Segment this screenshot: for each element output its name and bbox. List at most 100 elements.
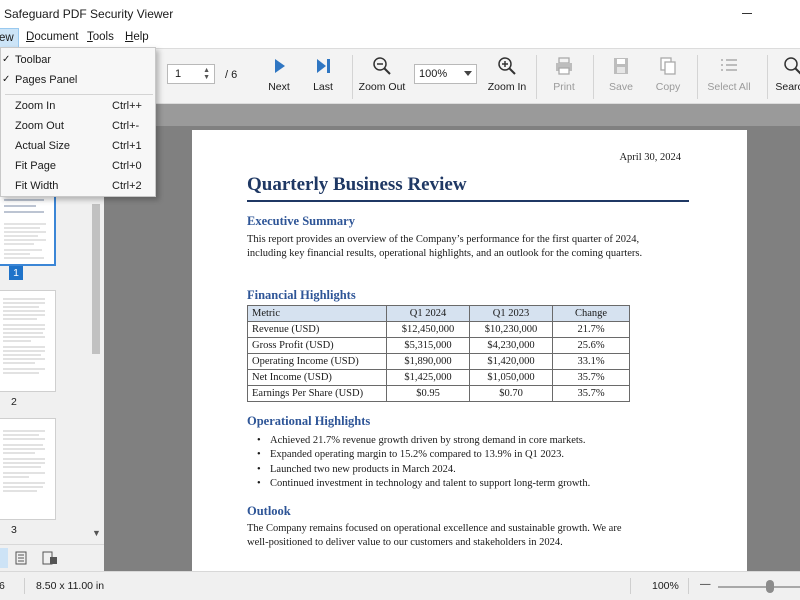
window-title: d Safeguard PDF Security Viewer — [0, 7, 174, 21]
panel-tabs — [0, 544, 104, 571]
zoom-out-button[interactable]: Zoom Out — [354, 55, 410, 93]
table-cell: Earnings Per Share (USD) — [247, 385, 387, 402]
page-number-input[interactable]: 1 ▲ ▼ — [167, 64, 215, 84]
page-thumbnail-3[interactable] — [0, 418, 56, 520]
document-viewer[interactable]: April 30, 2024 Quarterly Business Review… — [104, 104, 800, 571]
menu-tools[interactable]: Tools — [87, 31, 114, 43]
zoom-slider-handle[interactable] — [766, 580, 774, 593]
viewer-header-strip — [104, 104, 800, 126]
list-item: Continued investment in technology and t… — [247, 477, 590, 492]
minimize-icon[interactable] — [742, 13, 752, 14]
outlook-heading: Outlook — [247, 504, 291, 518]
last-icon — [317, 59, 330, 73]
table-header: Q1 2024 — [386, 305, 470, 322]
menu-separator — [5, 94, 153, 95]
table-cell: Gross Profit (USD) — [247, 337, 387, 354]
chevron-down-icon[interactable]: ▼ — [92, 528, 101, 538]
status-divider — [688, 578, 689, 594]
last-button[interactable]: Last — [295, 55, 351, 93]
pdf-page: April 30, 2024 Quarterly Business Review… — [192, 130, 747, 571]
bookmarks-icon[interactable] — [14, 551, 28, 565]
table-cell: Net Income (USD) — [247, 369, 387, 386]
thumbnail-content — [4, 199, 46, 259]
zoom-minus-button[interactable]: — — [700, 578, 711, 590]
menu-item-zoom-in[interactable]: Zoom In Ctrl++ — [1, 97, 155, 117]
toolbar-separator — [697, 55, 698, 99]
table-cell: 35.7% — [552, 385, 630, 402]
copy-button[interactable]: Copy — [640, 55, 696, 93]
printer-icon — [556, 57, 572, 75]
table-cell: $0.95 — [386, 385, 470, 402]
panel-tab-pages[interactable] — [0, 548, 8, 568]
chevron-down-icon — [464, 71, 472, 76]
menu-bar: ew Document Tools Help — [0, 28, 800, 48]
table-cell: Revenue (USD) — [247, 321, 387, 338]
title-rule — [247, 200, 689, 202]
status-divider — [24, 578, 25, 594]
menu-item-fit-width[interactable]: Fit Width Ctrl+2 — [1, 177, 155, 197]
thumbnail-content — [3, 430, 45, 492]
list-item: Expanded operating margin to 15.2% compa… — [247, 448, 590, 463]
title-bar: d Safeguard PDF Security Viewer — [0, 0, 800, 28]
menu-item-toolbar[interactable]: ✓ Toolbar — [1, 51, 155, 71]
toolbar-separator — [352, 55, 353, 99]
status-bar: 6 8.50 x 11.00 in 100% — — [0, 571, 800, 600]
page-spinner-icon[interactable]: ▲ ▼ — [203, 67, 210, 81]
table-cell: $12,450,000 — [386, 321, 470, 338]
status-divider — [630, 578, 631, 594]
menu-item-actual-size[interactable]: Actual Size Ctrl+1 — [1, 137, 155, 157]
select-all-icon — [721, 59, 737, 71]
table-cell: $1,890,000 — [386, 353, 470, 370]
thumbnail-label-1: 1 — [9, 266, 23, 280]
print-button[interactable]: Print — [536, 55, 592, 93]
table-cell: $1,425,000 — [386, 369, 470, 386]
table-cell: $10,230,000 — [469, 321, 553, 338]
attachments-icon[interactable] — [42, 551, 58, 565]
table-cell: 35.7% — [552, 369, 630, 386]
menu-document[interactable]: Document — [26, 31, 78, 43]
table-cell: 25.6% — [552, 337, 630, 354]
table-header-row: Metric Q1 2024 Q1 2023 Change — [247, 305, 630, 322]
table-row: Earnings Per Share (USD) $0.95 $0.70 35.… — [247, 385, 630, 402]
zoom-in-button[interactable]: Zoom In — [479, 55, 535, 93]
financial-table: Metric Q1 2024 Q1 2023 Change Revenue (U… — [247, 305, 630, 402]
menu-item-pages-panel[interactable]: ✓ Pages Panel — [1, 71, 155, 91]
operational-highlights-heading: Operational Highlights — [247, 414, 371, 428]
menu-view[interactable]: ew — [0, 28, 19, 48]
page-thumbnail-1[interactable] — [0, 194, 56, 266]
menu-help[interactable]: Help — [125, 31, 149, 43]
table-row: Revenue (USD) $12,450,000 $10,230,000 21… — [247, 321, 630, 338]
menu-item-fit-page[interactable]: Fit Page Ctrl+0 — [1, 157, 155, 177]
copy-icon — [660, 57, 676, 75]
select-all-button[interactable]: Select All — [701, 55, 757, 93]
thumbnail-label-3: 3 — [11, 524, 17, 536]
menu-item-zoom-out[interactable]: Zoom Out Ctrl+- — [1, 117, 155, 137]
search-button[interactable]: Search — [764, 55, 800, 93]
page-thumbnail-2[interactable] — [0, 290, 56, 392]
thumbnail-content — [3, 298, 45, 374]
search-icon — [784, 57, 800, 75]
executive-summary-text: This report provides an overview of the … — [247, 234, 643, 259]
status-zoom: 100% — [652, 580, 679, 592]
table-cell: 21.7% — [552, 321, 630, 338]
table-cell: $1,050,000 — [469, 369, 553, 386]
thumbnail-label-2: 2 — [11, 396, 17, 408]
table-cell: Operating Income (USD) — [247, 353, 387, 370]
table-cell: $4,230,000 — [469, 337, 553, 354]
next-icon — [275, 59, 285, 73]
status-page-size: 8.50 x 11.00 in — [36, 580, 105, 592]
table-header: Change — [552, 305, 630, 322]
table-cell: 33.1% — [552, 353, 630, 370]
executive-summary-heading: Executive Summary — [247, 214, 355, 228]
table-row: Net Income (USD) $1,425,000 $1,050,000 3… — [247, 369, 630, 386]
list-item: Launched two new products in March 2024. — [247, 463, 590, 478]
view-menu-dropdown: ✓ Toolbar ✓ Pages Panel Zoom In Ctrl++ Z… — [0, 47, 156, 197]
table-header: Metric — [247, 305, 387, 322]
save-icon — [614, 58, 628, 74]
zoom-select[interactable]: 100% — [414, 64, 477, 84]
zoom-slider[interactable] — [718, 586, 800, 588]
scrollbar-thumb[interactable] — [92, 204, 100, 354]
table-row: Operating Income (USD) $1,890,000 $1,420… — [247, 353, 630, 370]
table-cell: $0.70 — [469, 385, 553, 402]
list-item: Achieved 21.7% revenue growth driven by … — [247, 434, 590, 449]
